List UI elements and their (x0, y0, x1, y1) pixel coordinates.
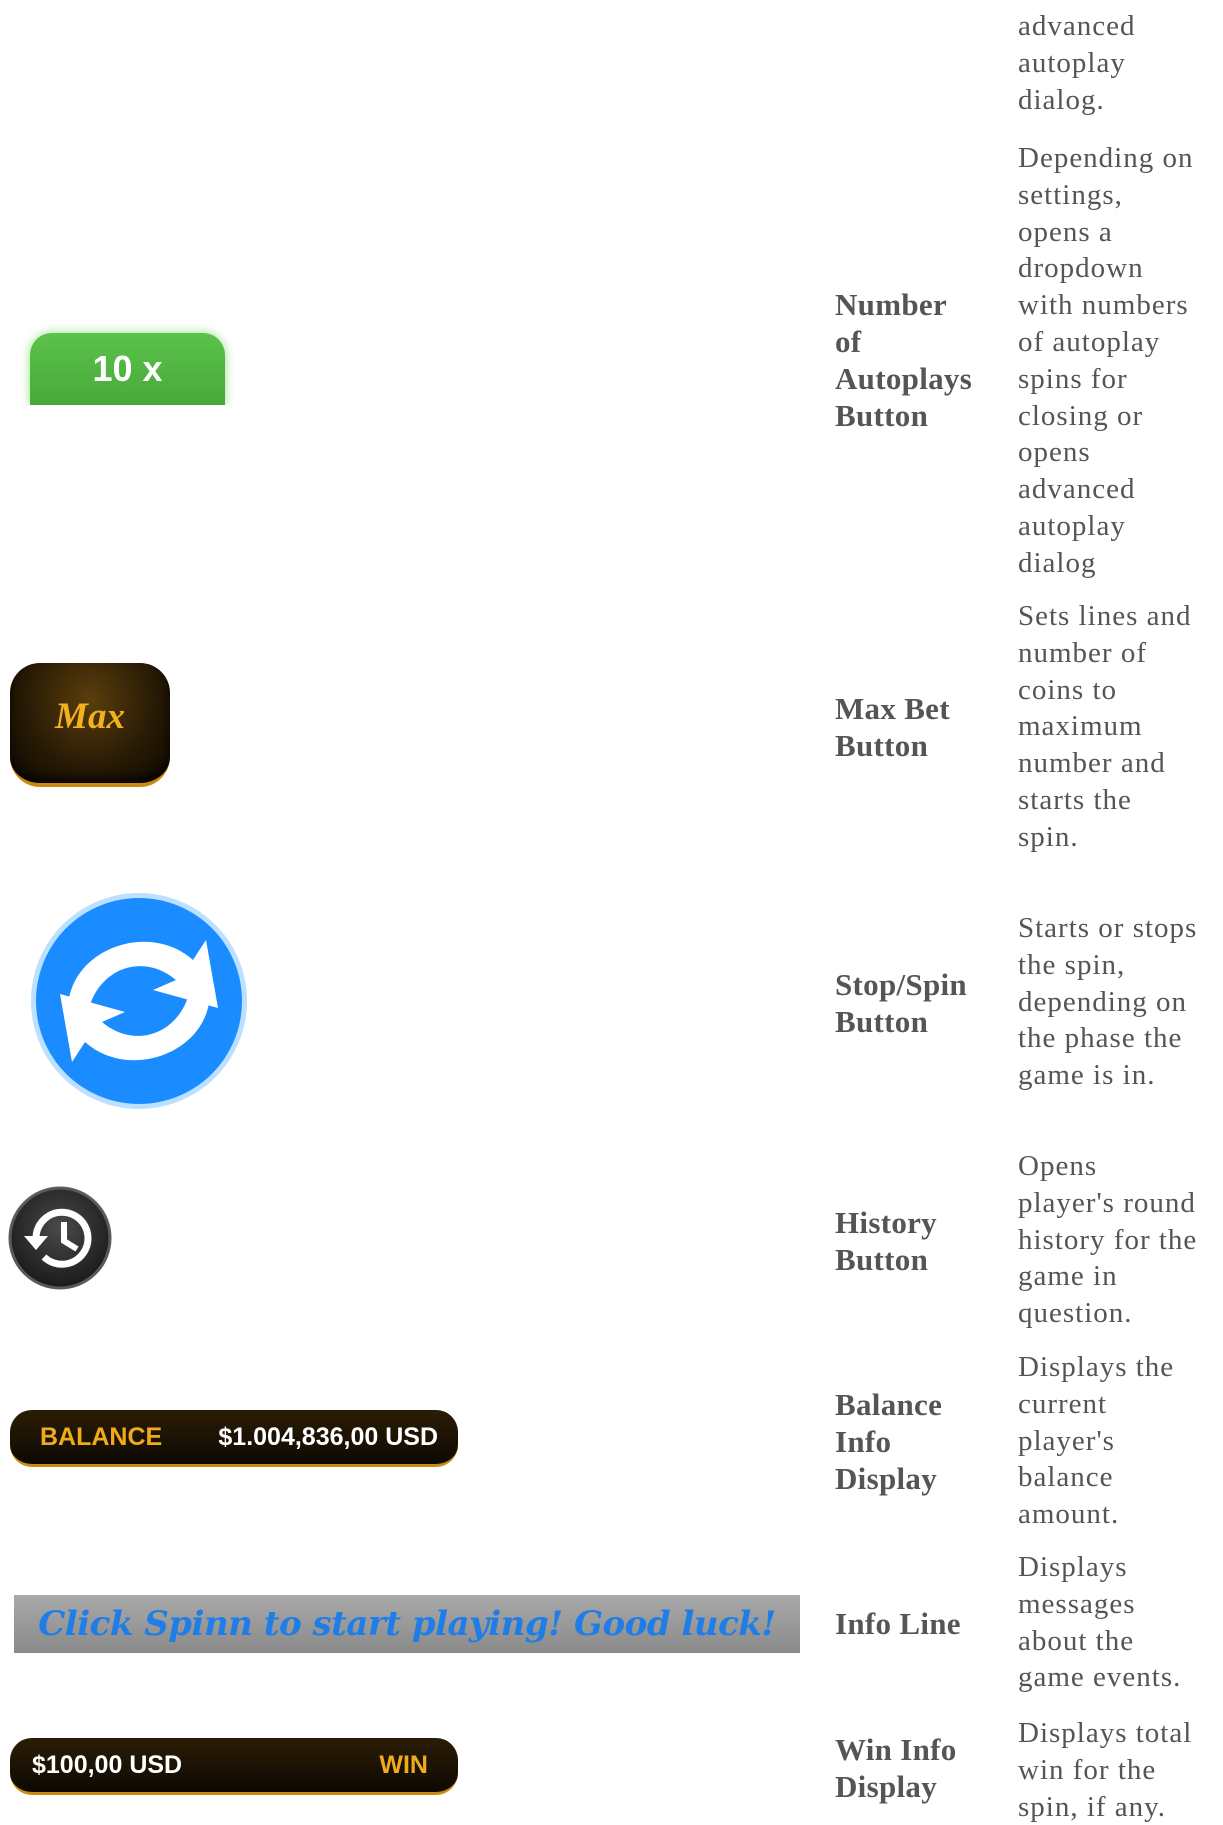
row-6-name: Info Line (835, 1606, 961, 1641)
history-icon (8, 1186, 112, 1290)
row-7-name: Win Info Display (835, 1732, 957, 1804)
win-value: $100,00 USD (32, 1751, 183, 1779)
balance-label: BALANCE (40, 1423, 163, 1451)
max-bet-button-image: Max (10, 663, 170, 787)
autoplay-count-button-image: 10 x (20, 320, 235, 405)
info-line-message: Click Spinn to start playing! Good luck! (38, 1604, 776, 1644)
row-2-description: Sets lines and number of coins to maximu… (1018, 600, 1192, 853)
row-4-name: History Button (835, 1205, 937, 1277)
win-info-display-image: $100,00 USD WIN (10, 1738, 458, 1795)
row-6-description: Displays messages about the game events. (1018, 1551, 1182, 1694)
spin-arrows-icon (31, 893, 247, 1109)
max-bet-label: Max (55, 696, 125, 737)
row-1-name: Number of Autoplays Button (835, 287, 973, 433)
row-5-name: Balance Info Display (835, 1387, 943, 1496)
row-1-description: Depending on settings, opens a dropdown … (1018, 142, 1194, 579)
row-5-description: Displays the current player's balance am… (1018, 1351, 1175, 1531)
row-0-description: advanced autoplay dialog. (1018, 10, 1136, 116)
balance-info-display-image: BALANCE $1.004,836,00 USD (10, 1410, 458, 1467)
row-4-description: Opens player's round history for the gam… (1018, 1150, 1198, 1330)
autoplay-count-label: 10 x (30, 333, 225, 405)
row-3-description: Starts or stops the spin, depending on t… (1018, 912, 1198, 1092)
info-line-image: Click Spinn to start playing! Good luck! (14, 1595, 800, 1653)
win-label: WIN (379, 1751, 428, 1779)
row-2-name: Max Bet Button (835, 691, 950, 763)
balance-value: $1.004,836,00 USD (218, 1423, 438, 1451)
row-7-description: Displays total win for the spin, if any. (1018, 1717, 1193, 1823)
row-3-name: Stop/Spin Button (835, 967, 967, 1039)
